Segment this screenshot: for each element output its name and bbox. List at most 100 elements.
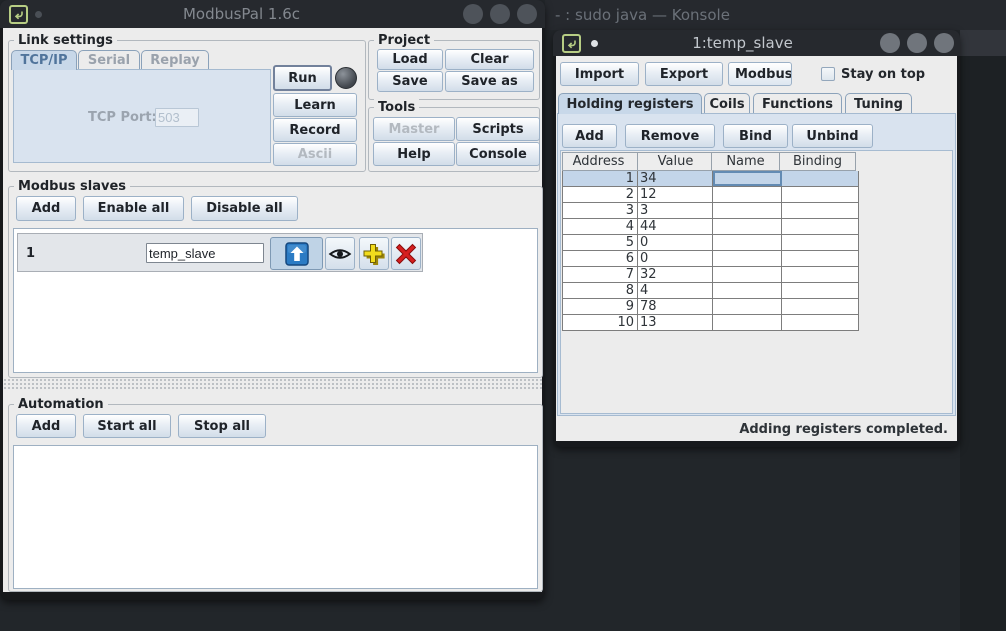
tab-tcpip[interactable]: TCP/IP <box>11 50 77 70</box>
tab-replay[interactable]: Replay <box>141 50 209 70</box>
cell-value[interactable]: 12 <box>638 187 713 202</box>
cell-name[interactable] <box>713 283 782 298</box>
tab-functions[interactable]: Functions <box>753 93 842 114</box>
enable-all-button[interactable]: Enable all <box>83 196 184 221</box>
splitpane-divider[interactable] <box>3 378 542 391</box>
clear-button[interactable]: Clear <box>445 49 534 70</box>
cell-address[interactable]: 8 <box>562 283 638 298</box>
slave-enable-toggle[interactable] <box>270 237 323 270</box>
modbus-mode-dropdown[interactable]: Modbus <box>728 62 792 86</box>
cell-address[interactable]: 1 <box>562 171 638 186</box>
register-add-button[interactable]: Add <box>562 124 617 148</box>
cell-address[interactable]: 7 <box>562 267 638 282</box>
minimize-button[interactable] <box>880 33 900 53</box>
column-header-address[interactable]: Address <box>562 152 638 171</box>
column-header-value[interactable]: Value <box>637 152 712 171</box>
run-button[interactable]: Run <box>273 65 332 91</box>
cell-binding[interactable] <box>782 235 859 250</box>
cell-value[interactable]: 78 <box>638 299 713 314</box>
disable-all-button[interactable]: Disable all <box>191 196 298 221</box>
cell-address[interactable]: 9 <box>562 299 638 314</box>
maximize-button[interactable] <box>490 4 510 24</box>
cell-address[interactable]: 2 <box>562 187 638 202</box>
cell-address[interactable]: 6 <box>562 251 638 266</box>
cell-value[interactable]: 13 <box>638 315 713 330</box>
minimize-button[interactable] <box>463 4 483 24</box>
cell-name[interactable] <box>713 267 782 282</box>
register-unbind-button[interactable]: Unbind <box>792 124 873 148</box>
table-row[interactable]: 732 <box>562 267 859 283</box>
table-row[interactable]: 212 <box>562 187 859 203</box>
tab-holding-registers[interactable]: Holding registers <box>558 93 702 114</box>
learn-button[interactable]: Learn <box>273 93 357 117</box>
load-button[interactable]: Load <box>377 49 443 70</box>
slave-add-button[interactable]: Add <box>16 196 76 221</box>
slave-duplicate-button[interactable] <box>359 237 389 270</box>
table-row[interactable]: 50 <box>562 235 859 251</box>
cell-binding[interactable] <box>782 203 859 218</box>
table-row[interactable]: 84 <box>562 283 859 299</box>
cell-binding[interactable] <box>782 251 859 266</box>
table-row[interactable]: 134 <box>562 171 859 187</box>
cell-value[interactable]: 32 <box>638 267 713 282</box>
cell-binding[interactable] <box>782 283 859 298</box>
column-header-binding[interactable]: Binding <box>779 152 856 171</box>
table-header[interactable]: Address Value Name Binding <box>562 152 856 171</box>
scripts-button[interactable]: Scripts <box>456 117 540 141</box>
close-button[interactable] <box>934 33 954 53</box>
stay-on-top-checkbox[interactable] <box>821 67 835 81</box>
slave-titlebar[interactable]: 1:temp_slave <box>553 30 960 56</box>
automation-add-button[interactable]: Add <box>16 414 76 438</box>
record-button[interactable]: Record <box>273 118 357 142</box>
slave-name-input[interactable] <box>146 243 264 263</box>
tab-serial[interactable]: Serial <box>78 50 140 70</box>
cell-binding[interactable] <box>782 299 859 314</box>
save-button[interactable]: Save <box>377 71 443 92</box>
cell-name[interactable] <box>713 187 782 202</box>
modbuspal-titlebar[interactable]: ModbusPal 1.6c <box>0 0 545 28</box>
cell-binding[interactable] <box>782 187 859 202</box>
cell-name[interactable] <box>713 203 782 218</box>
cell-value[interactable]: 44 <box>638 219 713 234</box>
export-button[interactable]: Export <box>645 62 723 86</box>
cell-name[interactable] <box>713 251 782 266</box>
tcp-port-input[interactable] <box>155 108 199 127</box>
slave-delete-button[interactable] <box>391 237 421 270</box>
table-row[interactable]: 444 <box>562 219 859 235</box>
cell-name[interactable] <box>713 315 782 330</box>
slave-view-button[interactable] <box>325 237 355 270</box>
tab-tuning[interactable]: Tuning <box>845 93 912 114</box>
table-row[interactable]: 33 <box>562 203 859 219</box>
cell-name[interactable] <box>713 171 782 186</box>
column-header-name[interactable]: Name <box>711 152 780 171</box>
cell-binding[interactable] <box>782 219 859 234</box>
import-button[interactable]: Import <box>560 62 639 86</box>
help-button[interactable]: Help <box>373 142 455 166</box>
tab-coils[interactable]: Coils <box>704 93 750 114</box>
cell-address[interactable]: 5 <box>562 235 638 250</box>
cell-binding[interactable] <box>782 267 859 282</box>
table-row[interactable]: 978 <box>562 299 859 315</box>
cell-value[interactable]: 0 <box>638 235 713 250</box>
register-bind-button[interactable]: Bind <box>723 124 788 148</box>
cell-name[interactable] <box>713 235 782 250</box>
cell-value[interactable]: 3 <box>638 203 713 218</box>
start-all-button[interactable]: Start all <box>83 414 171 438</box>
register-remove-button[interactable]: Remove <box>625 124 715 148</box>
cell-binding[interactable] <box>782 171 859 186</box>
cell-name[interactable] <box>713 299 782 314</box>
cell-binding[interactable] <box>782 315 859 330</box>
cell-address[interactable]: 10 <box>562 315 638 330</box>
save-as-button[interactable]: Save as <box>445 71 534 92</box>
console-button[interactable]: Console <box>456 142 540 166</box>
close-button[interactable] <box>517 4 537 24</box>
table-row[interactable]: 60 <box>562 251 859 267</box>
cell-name[interactable] <box>713 219 782 234</box>
cell-value[interactable]: 0 <box>638 251 713 266</box>
cell-value[interactable]: 34 <box>638 171 713 186</box>
cell-value[interactable]: 4 <box>638 283 713 298</box>
cell-address[interactable]: 4 <box>562 219 638 234</box>
registers-scrollpane[interactable]: Address Value Name Binding 1342123344450… <box>560 150 953 414</box>
stop-all-button[interactable]: Stop all <box>178 414 266 438</box>
cell-address[interactable]: 3 <box>562 203 638 218</box>
